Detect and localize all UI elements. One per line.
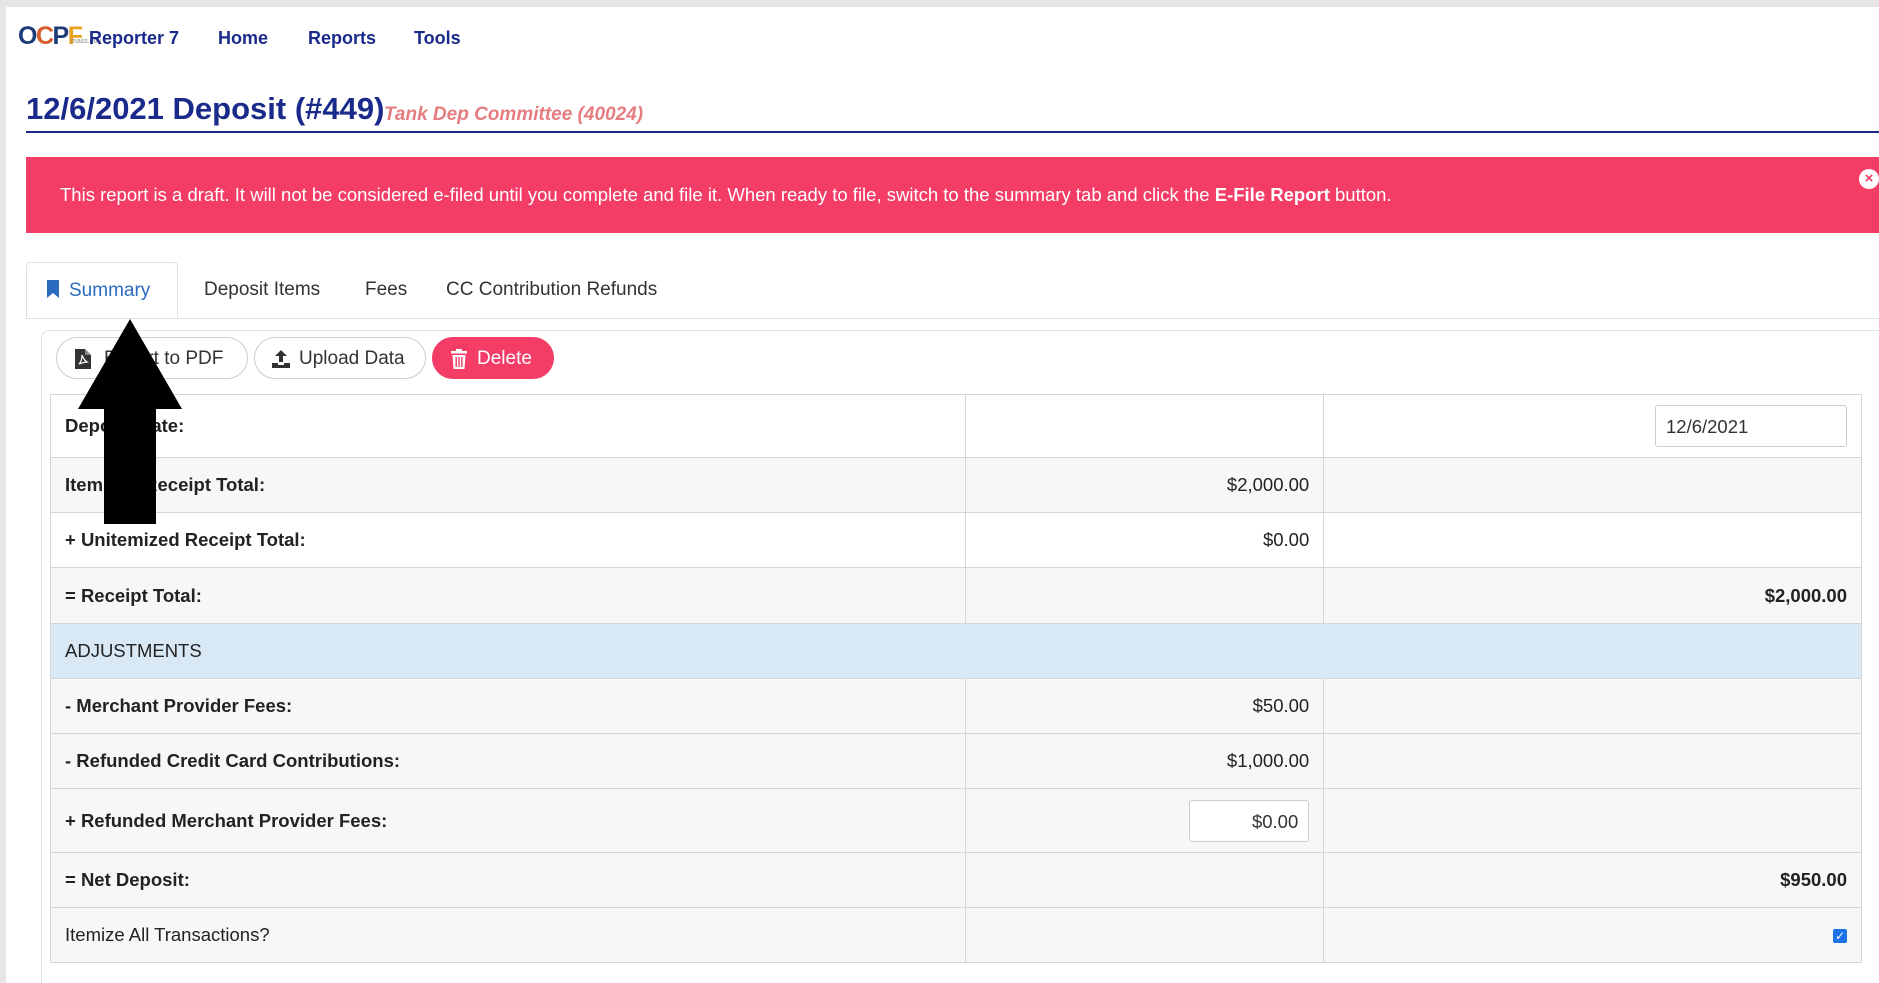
unitemized-receipt-value: $0.00 [965,512,1325,568]
itemize-all-cell: ✓ [1323,907,1862,963]
draft-alert: This report is a draft. It will not be c… [26,157,1879,233]
adjustments-row: ADJUSTMENTS [50,623,1862,679]
tab-fees[interactable]: Fees [365,262,407,318]
table-row: = Net Deposit: $950.00 [49,852,1862,908]
bookmark-icon [47,280,59,298]
delete-label: Delete [477,348,532,369]
deposit-date-input[interactable]: 12/6/2021 [1655,405,1847,447]
close-icon[interactable]: × [1859,169,1879,189]
itemized-receipt-value: $2,000.00 [965,457,1325,513]
itemize-all-checkbox[interactable]: ✓ [1833,929,1847,944]
table-row: Itemized Receipt Total: $2,000.00 [49,457,1862,513]
empty-cell [965,907,1325,963]
itemize-all-label: Itemize All Transactions? [49,907,967,963]
tab-summary[interactable]: Summary [26,262,178,318]
table-row: - Refunded Credit Card Contributions: $1… [49,733,1862,789]
deposit-summary-table: Deposit Date: 12/6/2021 Itemized Receipt… [49,394,1862,963]
nav-link-reports[interactable]: Reports [308,28,376,49]
nav-link-home[interactable]: Home [218,28,268,49]
empty-cell [1323,733,1862,789]
empty-cell [1323,678,1862,734]
adjustments-heading: ADJUSTMENTS [50,623,1862,679]
table-row: Deposit Date: 12/6/2021 [49,394,1862,458]
refunded-merchant-fees-input[interactable]: $0.00 [1189,799,1310,842]
itemized-receipt-label: Itemized Receipt Total: [49,457,967,513]
table-row: - Merchant Provider Fees: $50.00 [49,678,1862,734]
empty-cell [1323,788,1862,853]
empty-cell [965,852,1325,908]
alert-text-end: button. [1329,184,1392,205]
receipt-total-value: $2,000.00 [1323,567,1862,624]
unitemized-receipt-label: + Unitemized Receipt Total: [49,512,967,568]
receipt-total-label: = Receipt Total: [49,567,967,624]
refunded-merchant-fees-cell: $0.00 [965,788,1325,853]
merchant-fees-value: $50.00 [965,678,1325,734]
table-row: = Receipt Total: $2,000.00 [49,567,1862,624]
refunded-cc-value: $1,000.00 [965,733,1325,789]
alert-bold-text: E-File Report [1214,184,1330,205]
app-brand[interactable]: Reporter 7 [89,28,179,49]
app-page: OCPF mass.gov Reporter 7 Home Reports To… [6,7,1879,983]
net-deposit-label: = Net Deposit: [49,852,967,908]
merchant-fees-label: - Merchant Provider Fees: [49,678,967,734]
empty-cell [965,394,1325,458]
empty-cell [1323,457,1862,513]
table-row: Itemize All Transactions? ✓ [49,907,1862,963]
tab-summary-label: Summary [69,280,151,301]
deposit-date-label: Deposit Date: [49,394,967,458]
table-row: + Refunded Merchant Provider Fees: $0.00 [49,788,1862,853]
refunded-merchant-fees-label: + Refunded Merchant Provider Fees: [49,788,967,853]
net-deposit-value: $950.00 [1323,852,1862,908]
top-navbar: OCPF mass.gov Reporter 7 Home Reports To… [6,7,1879,55]
report-tabs: Summary Deposit Items Fees CC Contributi… [26,262,1879,319]
upload-icon [272,350,290,368]
ocpf-logo[interactable]: OCPF [18,22,83,51]
upload-data-button[interactable]: Upload Data [254,337,426,379]
tab-deposit-items[interactable]: Deposit Items [204,262,320,318]
trash-icon [451,349,467,369]
upload-data-label: Upload Data [299,348,405,369]
delete-button[interactable]: Delete [432,337,554,379]
empty-cell [1323,512,1862,568]
page-title: 12/6/2021 Deposit (#449) [26,91,385,126]
nav-link-tools[interactable]: Tools [414,28,461,49]
alert-text: This report is a draft. It will not be c… [60,184,1215,205]
title-divider [26,131,1879,133]
committee-subtitle: Tank Dep Committee (40024) [384,104,644,125]
alert-message: This report is a draft. It will not be c… [60,184,1392,206]
table-row: + Unitemized Receipt Total: $0.00 [49,512,1862,568]
arrow-up-icon [78,319,182,524]
deposit-date-cell: 12/6/2021 [1323,394,1862,458]
tab-cc-contribution-refunds[interactable]: CC Contribution Refunds [446,262,657,318]
empty-cell [965,567,1325,624]
refunded-cc-label: - Refunded Credit Card Contributions: [49,733,967,789]
